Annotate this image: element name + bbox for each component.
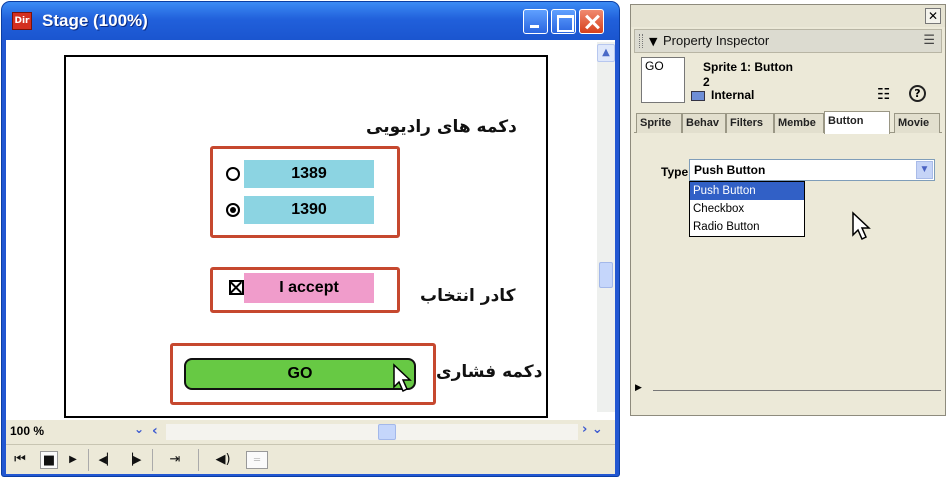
member-number: 2: [703, 75, 710, 89]
cast-library-icon: [691, 91, 705, 101]
step-back-icon[interactable]: ◀▏: [98, 451, 116, 469]
radio-option-1390[interactable]: 1390: [226, 196, 374, 224]
tab-behavior[interactable]: Behav: [682, 113, 726, 133]
mouse-pointer-icon: [852, 211, 871, 241]
tab-button[interactable]: Button: [824, 111, 890, 134]
push-button-heading: دکمه فشاری: [436, 362, 543, 382]
panel-topstrip: ✕: [631, 5, 945, 27]
divider: [88, 449, 89, 471]
option-push-button[interactable]: Push Button: [690, 182, 804, 200]
step-forward-icon[interactable]: ▕▶: [124, 451, 142, 469]
grip-handle-icon[interactable]: [639, 34, 643, 48]
checkbox-checked-icon[interactable]: [229, 280, 244, 295]
divider: [198, 449, 199, 471]
checkbox-heading: کادر انتخاب: [420, 286, 516, 306]
rewind-icon[interactable]: ⏮: [12, 451, 28, 469]
horizontal-scroll-track[interactable]: [166, 424, 578, 440]
zoom-level[interactable]: 100 %: [10, 424, 44, 438]
radio-label: 1389: [291, 165, 327, 182]
radio-circle-icon: [226, 167, 240, 181]
scroll-up-arrow-icon[interactable]: ▲: [597, 44, 615, 62]
vertical-scrollbar[interactable]: ▲: [597, 42, 615, 412]
mouse-pointer-icon: [393, 363, 412, 393]
play-icon[interactable]: ▶: [66, 451, 80, 469]
director-app-icon: Dir: [12, 12, 32, 30]
type-label: Type:: [661, 165, 693, 179]
panel-close-icon[interactable]: ✕: [925, 8, 941, 24]
sprite-label: Sprite 1: Button: [703, 60, 793, 74]
go-button[interactable]: GO: [184, 358, 416, 390]
radio-label: 1390: [291, 201, 327, 218]
member-thumbnail: GO: [641, 57, 685, 103]
list-view-icon[interactable]: ☷: [877, 85, 890, 103]
help-icon[interactable]: ?: [909, 85, 926, 102]
tab-filters[interactable]: Filters: [726, 113, 774, 133]
divider: [152, 449, 153, 471]
tab-member[interactable]: Membe: [774, 113, 824, 133]
stage-canvas: دکمه های رادیویی 1389 1390 کادر انتخاب I…: [64, 55, 548, 418]
volume-icon[interactable]: ◀): [210, 451, 236, 469]
panel-title: Property Inspector: [663, 33, 770, 48]
inspector-tabs: Sprite Behav Filters Membe Button Movie: [634, 111, 942, 134]
loop-icon[interactable]: ⇥: [164, 451, 186, 469]
expand-triangle-icon[interactable]: ▶: [635, 383, 642, 393]
radio-option-1389[interactable]: 1389: [226, 160, 374, 188]
radio-buttons-heading: دکمه های رادیویی: [366, 117, 517, 137]
type-selected-value: Push Button: [694, 163, 766, 177]
panel-options-menu-icon[interactable]: ☰: [923, 33, 935, 48]
stage-statusbar: 100 % ⌄ ‹ › ⌄: [6, 420, 615, 444]
option-radio-button[interactable]: Radio Button: [690, 218, 804, 236]
collapse-triangle-icon[interactable]: ▼: [649, 35, 657, 48]
tab-sprite[interactable]: Sprite: [636, 113, 682, 133]
property-inspector-panel: ✕ ▼ Property Inspector ☰ GO Sprite 1: Bu…: [630, 4, 946, 416]
radio-circle-selected-icon: [226, 203, 240, 217]
cast-label: Internal: [711, 88, 755, 102]
zoom-dropdown-chevron-down-icon[interactable]: ⌄: [132, 422, 146, 440]
tab-movie[interactable]: Movie: [894, 113, 940, 133]
checkbox-label[interactable]: I accept: [244, 273, 374, 303]
playback-control-bar: ⏮ ■ ▶ ◀▏ ▕▶ ⇥ ◀) ═: [6, 444, 615, 474]
close-button[interactable]: [579, 9, 604, 34]
stage-titlebar[interactable]: Dir Stage (100%): [2, 2, 619, 40]
stage-client-area: دکمه های رادیویی 1389 1390 کادر انتخاب I…: [6, 40, 615, 420]
scroll-right-and-down-arrows-icon[interactable]: › ⌄: [582, 422, 612, 440]
type-select[interactable]: Push Button ▼: [689, 159, 935, 181]
divider: [653, 390, 941, 391]
scroll-left-arrow-icon[interactable]: ‹: [152, 422, 166, 440]
option-checkbox[interactable]: Checkbox: [690, 200, 804, 218]
window-title: Stage (100%): [42, 11, 148, 30]
stop-icon[interactable]: ■: [40, 451, 58, 469]
type-dropdown-list: Push Button Checkbox Radio Button: [689, 181, 805, 237]
horizontal-scroll-thumb[interactable]: [378, 424, 396, 440]
options-icon[interactable]: ═: [246, 451, 268, 469]
stage-window: Dir Stage (100%) دکمه های رادیویی 1389 1…: [2, 2, 619, 476]
maximize-button[interactable]: [551, 9, 576, 34]
panel-header[interactable]: ▼ Property Inspector ☰: [634, 29, 942, 53]
chevron-down-icon[interactable]: ▼: [916, 161, 933, 179]
vertical-scroll-thumb[interactable]: [599, 262, 613, 288]
minimize-button[interactable]: [523, 9, 548, 34]
